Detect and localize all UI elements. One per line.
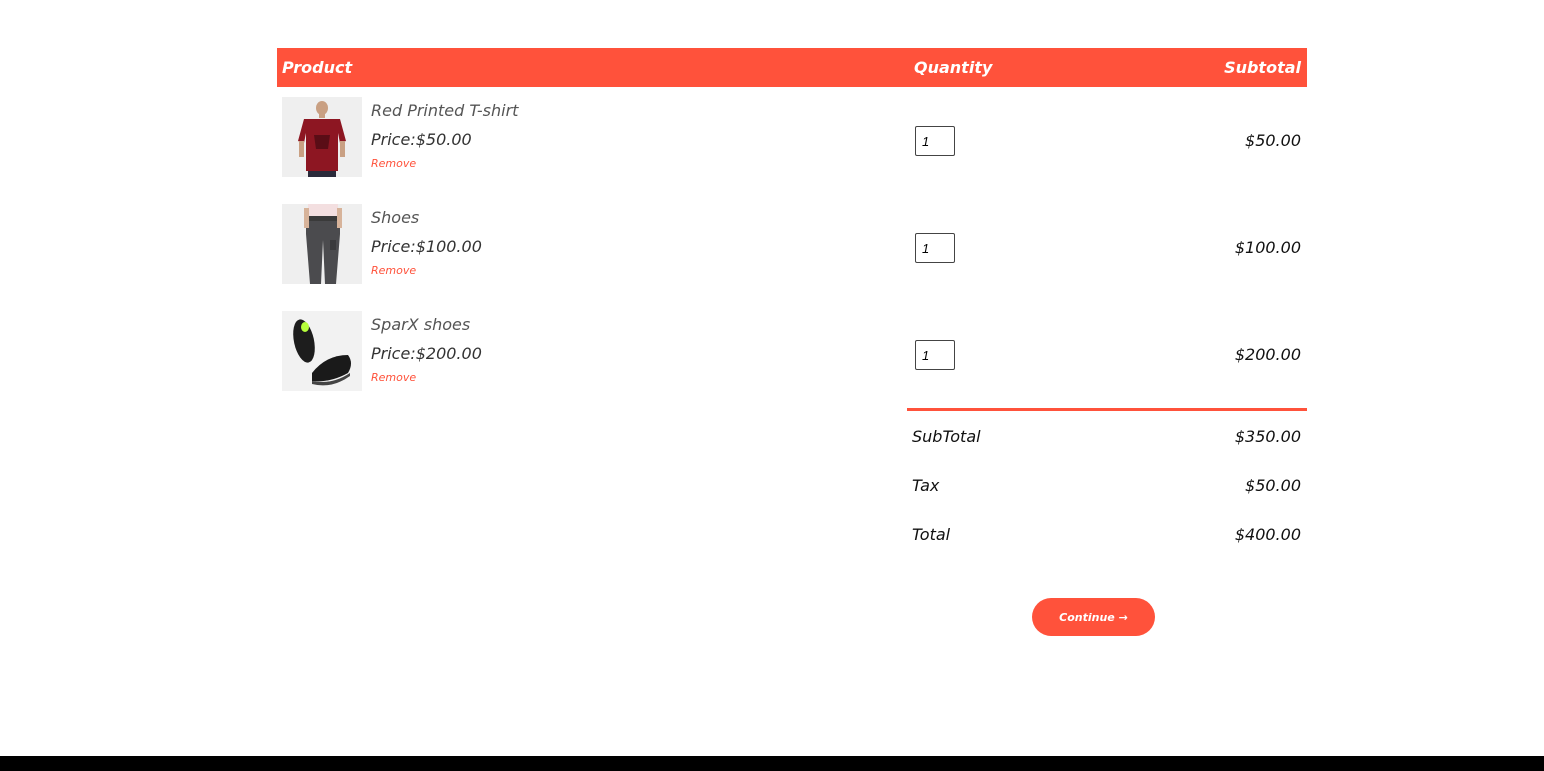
remove-link[interactable]: Remove	[371, 371, 482, 385]
footer-bar	[0, 756, 1544, 771]
tax-row: Tax $50.00	[907, 460, 1307, 509]
product-info: Shoes Price:$100.00 Remove	[371, 207, 482, 278]
cart-row: Red Printed T-shirt Price:$50.00 Remove …	[277, 87, 1307, 194]
subtotal-label: SubTotal	[912, 427, 981, 446]
cart-row: SparX shoes Price:$200.00 Remove $200.00	[277, 301, 1307, 408]
cart-table-header: Product Quantity Subtotal	[277, 48, 1307, 87]
continue-button[interactable]: Continue →	[1032, 598, 1155, 636]
product-name: Shoes	[371, 208, 420, 227]
header-product: Product	[282, 58, 353, 77]
header-subtotal: Subtotal	[1224, 58, 1301, 77]
remove-link[interactable]: Remove	[371, 157, 518, 171]
tax-label: Tax	[912, 476, 940, 495]
remove-link[interactable]: Remove	[371, 264, 482, 278]
row-subtotal: $100.00	[1234, 238, 1301, 257]
cart-page: Product Quantity Subtotal Red Printed T-…	[0, 0, 1544, 771]
quantity-input[interactable]	[915, 233, 955, 263]
product-name: SparX shoes	[371, 315, 471, 334]
total-row: Total $400.00	[907, 509, 1307, 558]
product-info: Red Printed T-shirt Price:$50.00 Remove	[371, 100, 518, 171]
row-subtotal: $200.00	[1234, 345, 1301, 364]
total-value: $400.00	[1234, 525, 1301, 544]
subtotal-row: SubTotal $350.00	[907, 411, 1307, 460]
subtotal-value: $350.00	[1234, 427, 1301, 446]
black-sneakers-image	[282, 311, 362, 391]
cart-table: Product Quantity Subtotal Red Printed T-…	[277, 48, 1307, 408]
product-name: Red Printed T-shirt	[371, 101, 519, 120]
red-tshirt-image	[282, 97, 362, 177]
product-info: SparX shoes Price:$200.00 Remove	[371, 314, 482, 385]
cart-row: Shoes Price:$100.00 Remove $100.00	[277, 194, 1307, 301]
product-price: Price:$100.00	[371, 237, 482, 256]
product-price: Price:$200.00	[371, 344, 482, 363]
quantity-input[interactable]	[915, 340, 955, 370]
product-price: Price:$50.00	[371, 130, 472, 149]
totals-table: SubTotal $350.00 Tax $50.00 Total $400.0…	[907, 408, 1307, 558]
tax-value: $50.00	[1245, 476, 1301, 495]
quantity-input[interactable]	[915, 126, 955, 156]
header-quantity: Quantity	[914, 58, 993, 77]
total-label: Total	[912, 525, 951, 544]
row-subtotal: $50.00	[1245, 131, 1301, 150]
grey-joggers-image	[282, 204, 362, 284]
